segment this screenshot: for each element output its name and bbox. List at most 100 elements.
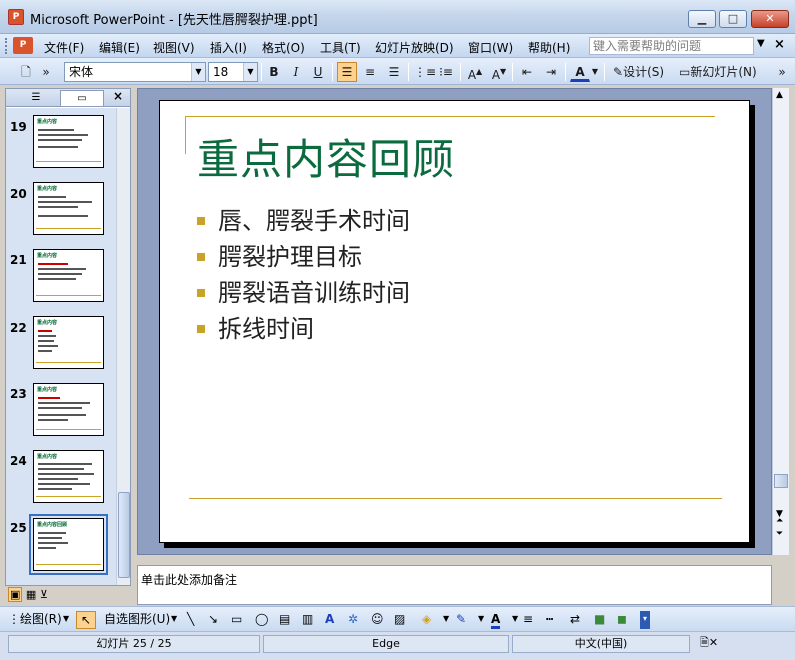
numbering-icon[interactable]: ⋮≡ [413,62,437,82]
thumbnail-number: 25 [10,521,27,535]
menu-tools[interactable]: 工具(T) [318,38,363,57]
menu-file[interactable]: 文件(F) [42,38,86,57]
slideshow-view-icon[interactable]: ⊻ [40,588,48,601]
document-close-icon[interactable]: × [774,37,785,52]
autoshapes-menu-button[interactable]: 自选图形(U) [104,611,170,629]
select-pointer-icon[interactable]: ↖ [76,611,96,629]
thumbnail-text-line [38,532,66,534]
fill-color-icon[interactable]: ◈ [422,611,431,629]
maximize-button[interactable]: □ [719,10,747,28]
bullets-icon[interactable]: ⁝≡ [436,62,456,82]
menu-grip-handle[interactable] [5,38,8,54]
normal-view-icon[interactable]: ▣ [8,587,23,602]
font-name-select[interactable]: 宋体 ▼ [64,62,206,82]
textbox-icon[interactable]: ▤ [279,611,290,629]
scroll-up-icon[interactable]: ▲ [776,90,783,100]
chevron-down-icon[interactable]: ▼ [171,611,177,629]
line-style-icon[interactable]: ≡ [523,611,533,629]
new-slide-button[interactable]: ▭新幻灯片(N) [676,62,760,82]
align-right-button[interactable]: ☰ [384,62,404,82]
italic-button[interactable]: I [286,62,306,82]
3d-style-icon[interactable]: ◼ [617,611,627,629]
spelling-check-icon[interactable]: 🗎✕ [693,635,725,653]
chevron-down-icon[interactable]: ▼ [590,62,600,82]
thumbnail-text-line [38,340,54,342]
font-color-icon[interactable]: A [491,611,501,629]
wordart-icon[interactable]: A [325,611,334,629]
help-search-input[interactable]: 键入需要帮助的问题 [589,37,754,55]
toolbar-options-icon[interactable]: » [776,62,788,82]
previous-slide-icon[interactable]: ⏶ [776,516,783,526]
slide-scrollbar[interactable]: ▲ ▼ ⏶ ⏷ [772,88,789,555]
close-icon[interactable]: × [113,89,123,103]
dash-style-icon[interactable]: ┅ [546,611,553,629]
chevron-down-icon[interactable]: ▼ [63,611,69,629]
new-document-icon[interactable]: 🗋 [16,62,36,82]
menu-help[interactable]: 帮助(H) [526,38,572,57]
toolbar-options-icon[interactable]: » [40,62,52,82]
align-center-button[interactable]: ≡ [360,62,380,82]
notes-pane[interactable]: 单击此处添加备注 [137,565,772,605]
thumbnail-text-line [38,215,88,217]
document-icon[interactable]: P [13,37,33,54]
slide-thumbnail-22[interactable]: 重点内容 [33,316,104,369]
slide-title[interactable]: 重点内容回顾 [197,126,455,187]
chevron-down-icon[interactable]: ▼ [478,611,484,629]
chevron-down-icon[interactable]: ▼ [191,63,205,81]
thumbnail-number: 20 [10,187,27,201]
insert-picture-icon[interactable]: ▨ [394,611,405,629]
menu-view[interactable]: 视图(V) [151,38,197,57]
tab-outline[interactable]: ☰ [14,90,58,106]
rectangle-icon[interactable]: ▭ [231,611,242,629]
vertical-textbox-icon[interactable]: ▥ [302,611,313,629]
slide-thumbnail-23[interactable]: 重点内容 [33,383,104,436]
slide-thumbnail-25[interactable]: 重点内容回顾 [29,514,108,575]
menu-edit[interactable]: 编辑(E) [97,38,142,57]
slide-thumbnail-19[interactable]: 重点内容 [33,115,104,168]
current-slide[interactable]: 重点内容回顾 唇、腭裂手术时间 腭裂护理目标 腭裂语音训练时间 拆线时间 [159,100,750,543]
clipart-icon[interactable]: ☺ [371,611,384,629]
shadow-style-icon[interactable]: ■ [594,611,605,629]
decrease-font-size-icon[interactable]: A▼ [489,62,509,82]
menu-insert[interactable]: 插入(I) [208,38,249,57]
minimize-button[interactable]: ▁ [688,10,716,28]
chevron-down-icon[interactable]: ▼ [757,38,765,49]
align-left-button[interactable]: ☰ [337,62,357,82]
slide-thumbnail-24[interactable]: 重点内容 [33,450,104,503]
increase-indent-icon[interactable]: ⇥ [541,62,561,82]
underline-button[interactable]: U [308,62,328,82]
menu-bar: P 文件(F) 编辑(E) 视图(V) 插入(I) 格式(O) 工具(T) 幻灯… [0,34,795,58]
design-button[interactable]: ✎设计(S) [610,62,667,82]
slide-body[interactable]: 唇、腭裂手术时间 腭裂护理目标 腭裂语音训练时间 拆线时间 [197,203,410,347]
line-icon[interactable]: ╲ [187,611,194,629]
powerpoint-app-icon[interactable]: P [8,9,24,25]
thumbnail-scrollbar[interactable] [116,108,130,585]
chevron-down-icon[interactable]: ▼ [512,611,518,629]
arrow-style-icon[interactable]: ⇄ [570,611,580,629]
scrollbar-thumb[interactable] [118,492,130,578]
next-slide-icon[interactable]: ⏷ [776,529,783,539]
increase-font-size-icon[interactable]: A▲ [465,62,485,82]
line-color-icon[interactable]: ✎ [456,611,466,629]
menu-window[interactable]: 窗口(W) [466,38,515,57]
diagram-icon[interactable]: ✲ [348,611,358,629]
slide-thumbnail-21[interactable]: 重点内容 [33,249,104,302]
menu-slideshow[interactable]: 幻灯片放映(D) [373,38,456,57]
chevron-down-icon[interactable]: ▼ [243,63,257,81]
menu-format[interactable]: 格式(O) [260,38,307,57]
font-color-icon[interactable]: A [570,62,590,82]
slide-thumbnail-20[interactable]: 重点内容 [33,182,104,235]
arrow-icon[interactable]: ↘ [208,611,218,629]
close-button[interactable]: ✕ [751,10,789,28]
decrease-indent-icon[interactable]: ⇤ [517,62,537,82]
font-size-select[interactable]: 18 ▼ [208,62,258,82]
draw-menu-button[interactable]: 绘图(R) [20,611,62,629]
toolbar-grip-handle[interactable]: ⋮ [8,611,20,629]
tab-slides[interactable]: ▭ [60,90,104,106]
oval-icon[interactable]: ◯ [255,611,268,629]
bold-button[interactable]: B [264,62,284,82]
slide-sorter-view-icon[interactable]: ▦ [26,588,36,601]
chevron-down-icon[interactable]: ▼ [443,611,449,629]
scrollbar-thumb[interactable] [774,474,788,488]
toolbar-options-icon[interactable]: ▾ [640,611,650,629]
